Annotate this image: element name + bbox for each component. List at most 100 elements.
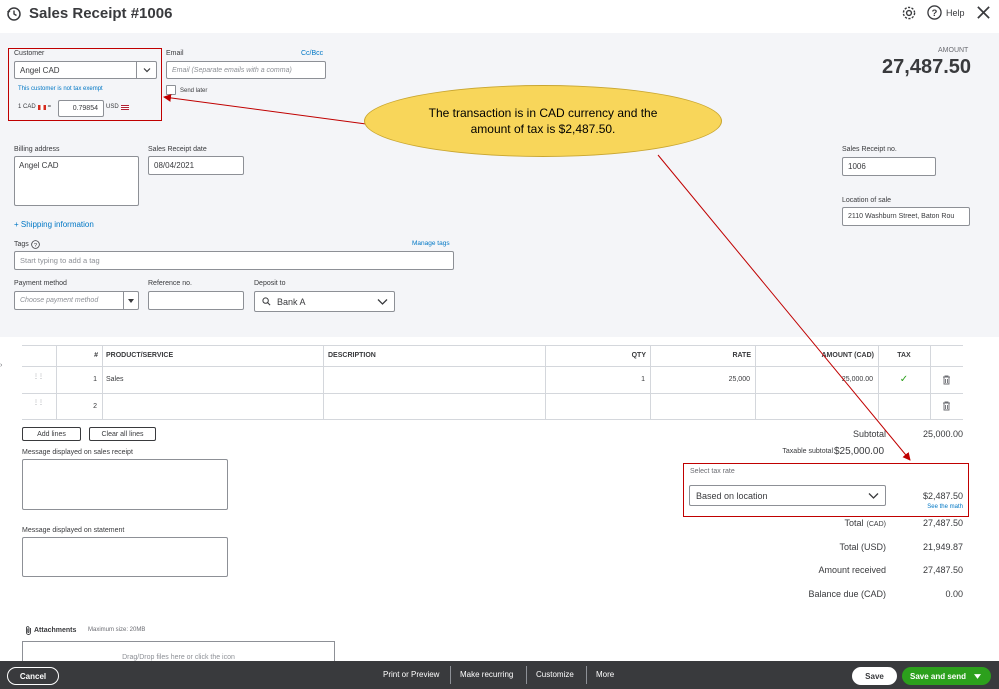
subtotal-label: Subtotal	[852, 429, 886, 439]
col-divider	[545, 345, 546, 420]
search-icon	[262, 297, 271, 306]
svg-text:?: ?	[932, 8, 938, 18]
receipt-date-field[interactable]: 08/04/2021	[148, 156, 244, 175]
row1-product[interactable]: Sales	[106, 376, 124, 383]
fx-suffix: USD	[106, 104, 119, 110]
fx-suffix-row: USD	[106, 104, 129, 110]
make-recurring-button[interactable]: Make recurring	[460, 670, 513, 679]
help-icon[interactable]: ?	[927, 5, 942, 20]
save-and-send-button[interactable]: Save and send	[902, 667, 991, 685]
col-header-amount: AMOUNT (CAD)	[821, 352, 875, 359]
close-icon[interactable]	[976, 5, 991, 20]
chevron-down-icon	[377, 298, 388, 305]
caret-down-icon	[123, 292, 138, 309]
payment-method-label: Payment method	[14, 280, 67, 287]
tags-label-row: Tags ?	[14, 240, 40, 249]
drag-handle-icon[interactable]: ⋮⋮	[33, 400, 44, 408]
drag-handle-icon[interactable]: ⋮⋮	[33, 374, 44, 382]
more-button[interactable]: More	[596, 670, 614, 679]
payment-method-select[interactable]: Choose payment method	[14, 291, 139, 310]
table-bottom-border	[22, 419, 963, 420]
col-header-num: #	[94, 352, 98, 359]
clear-lines-button[interactable]: Clear all lines	[89, 427, 156, 441]
footer-divider	[586, 666, 587, 684]
taxable-subtotal-label: Taxable subtotal	[782, 448, 833, 455]
attachments-label: Attachments	[34, 627, 77, 634]
location-field[interactable]: 2110 Washburn Street, Baton Rou	[842, 207, 970, 226]
paperclip-icon[interactable]	[25, 625, 32, 635]
add-lines-button[interactable]: Add lines	[22, 427, 81, 441]
customer-select[interactable]: Angel CAD	[14, 61, 157, 79]
select-tax-rate-label: Select tax rate	[690, 468, 735, 475]
customer-value: Angel CAD	[20, 65, 60, 75]
balance-due-value: 0.00	[945, 589, 963, 599]
message-statement-label: Message displayed on statement	[22, 527, 125, 534]
customer-label: Customer	[14, 50, 45, 57]
col-header-qty: QTY	[631, 352, 646, 359]
tax-rate-value: Based on location	[696, 490, 768, 501]
col-header-tax: TAX	[897, 352, 911, 359]
trash-icon[interactable]	[942, 375, 951, 385]
row1-amount[interactable]: 25,000.00	[760, 376, 873, 383]
deposit-to-value: Bank A	[277, 296, 306, 307]
print-preview-button[interactable]: Print or Preview	[383, 670, 439, 679]
chevron-down-icon	[868, 492, 879, 499]
deposit-to-select[interactable]: Bank A	[254, 291, 395, 312]
row1-tax-check[interactable]: ✓	[880, 374, 928, 385]
row1-num: 1	[93, 376, 97, 383]
gear-icon[interactable]	[901, 5, 917, 21]
col-divider	[102, 345, 103, 420]
annotation-callout: The transaction is in CAD currency and t…	[364, 85, 722, 157]
cc-bcc-link[interactable]: Cc/Bcc	[301, 50, 323, 57]
tax-rate-select[interactable]: Based on location	[689, 485, 886, 506]
history-icon[interactable]	[6, 6, 22, 22]
reference-no-label: Reference no.	[148, 280, 192, 287]
shipping-info-link[interactable]: + Shipping information	[14, 220, 94, 229]
message-receipt-field[interactable]	[22, 459, 228, 510]
total-usd-label: Total (USD)	[839, 542, 886, 552]
message-receipt-label: Message displayed on sales receipt	[22, 449, 133, 456]
row2-num: 2	[93, 403, 97, 410]
footer-divider	[526, 666, 527, 684]
see-the-math-link[interactable]: See the math	[900, 504, 963, 510]
receipt-date-label: Sales Receipt date	[148, 146, 207, 153]
caret-down-icon[interactable]	[974, 673, 981, 679]
taxable-subtotal-value: $25,000.00	[834, 446, 885, 457]
col-divider	[56, 345, 57, 420]
receipt-no-label: Sales Receipt no.	[842, 146, 897, 153]
col-divider	[755, 345, 756, 420]
top-bar: Sales Receipt #1006 ? Help	[0, 0, 999, 32]
customize-button[interactable]: Customize	[536, 670, 574, 679]
col-divider	[930, 345, 931, 420]
cancel-button[interactable]: Cancel	[7, 667, 59, 685]
footer-divider	[450, 666, 451, 684]
amount-total: 27,487.50	[882, 56, 971, 78]
col-divider	[878, 345, 879, 420]
col-header-product: PRODUCT/SERVICE	[106, 352, 174, 359]
help-label[interactable]: Help	[946, 8, 965, 18]
exchange-rate-input[interactable]: 0.79854	[58, 100, 104, 117]
manage-tags-link[interactable]: Manage tags	[412, 240, 450, 247]
receipt-no-field[interactable]: 1006	[842, 157, 936, 176]
trash-icon[interactable]	[942, 401, 951, 411]
amount-received-value: 27,487.50	[922, 565, 963, 575]
location-label: Location of sale	[842, 197, 892, 204]
billing-address-label: Billing address	[14, 146, 60, 153]
balance-due-label: Balance due (CAD)	[808, 589, 886, 599]
message-statement-field[interactable]	[22, 537, 228, 577]
billing-address-field[interactable]: Angel CAD	[14, 156, 139, 206]
email-field[interactable]: Email (Separate emails with a comma)	[166, 61, 326, 79]
fx-eq: =	[47, 104, 52, 110]
col-header-rate: RATE	[732, 352, 751, 359]
tags-input[interactable]: Start typing to add a tag	[14, 251, 454, 270]
send-later-checkbox[interactable]	[166, 85, 176, 95]
row1-rate[interactable]: 25,000	[655, 376, 750, 383]
table-top-border	[22, 345, 963, 346]
save-button[interactable]: Save	[852, 667, 897, 685]
row1-qty[interactable]: 1	[550, 376, 645, 383]
col-divider	[323, 345, 324, 420]
exchange-rate-row: 1 CAD =	[18, 104, 51, 110]
info-icon[interactable]: ?	[31, 240, 40, 249]
chevron-down-icon	[136, 62, 156, 78]
reference-no-field[interactable]	[148, 291, 244, 310]
